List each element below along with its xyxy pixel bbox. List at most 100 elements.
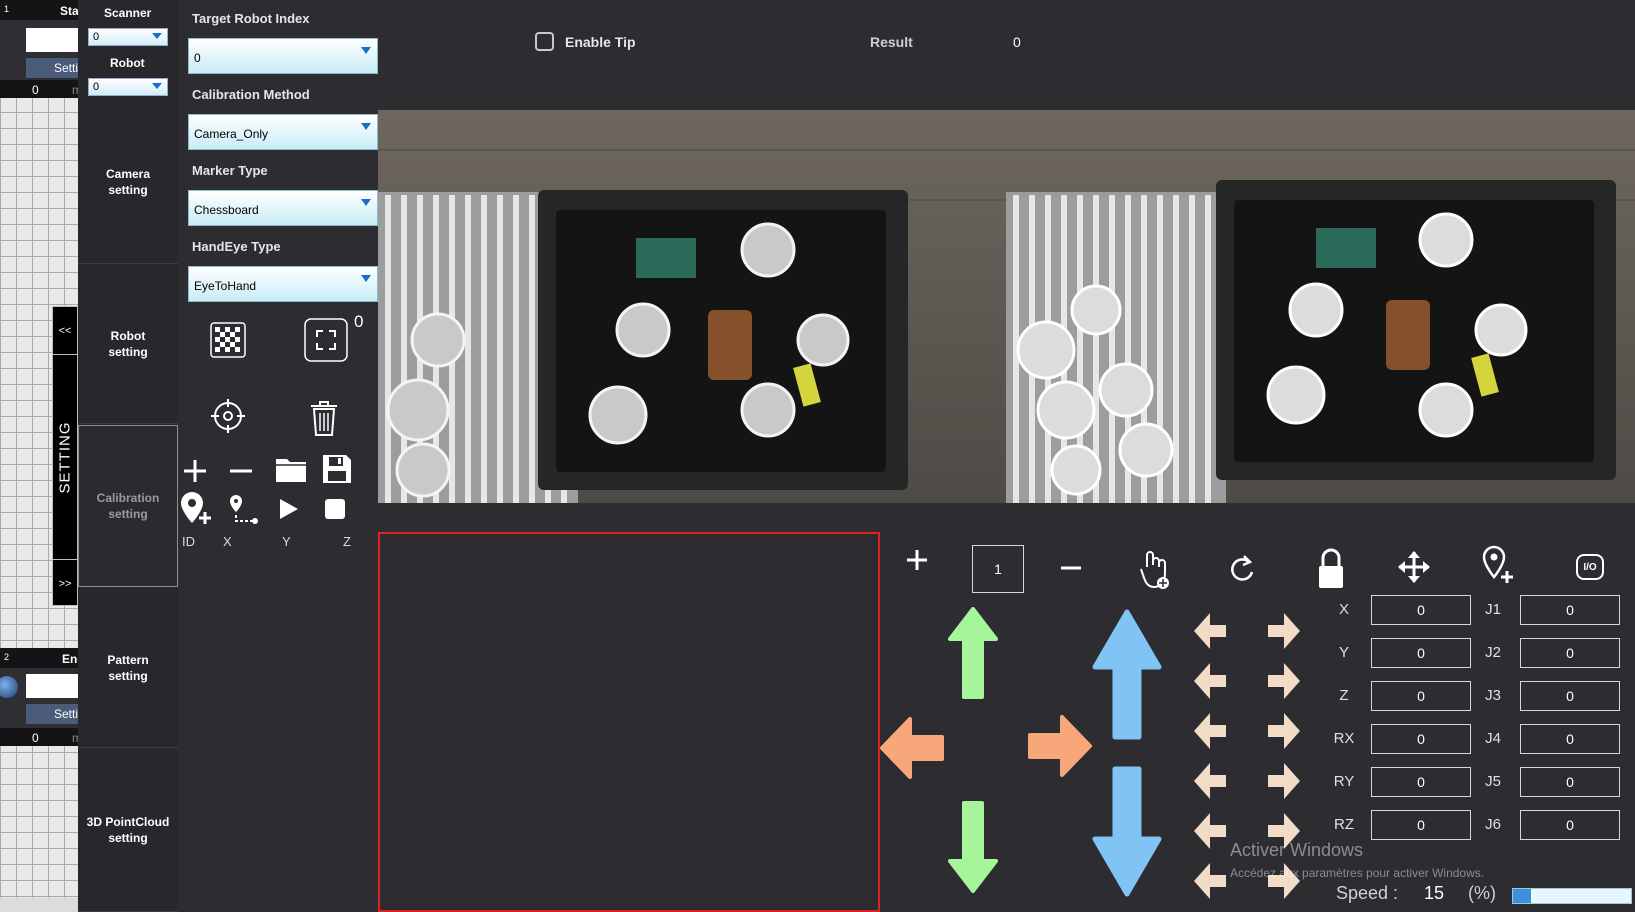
jog-y-minus-arrow-icon[interactable]	[948, 801, 998, 893]
speed-unit: (%)	[1468, 883, 1496, 903]
chevron-down-icon	[152, 33, 162, 39]
windows-activation-subtitle: Accédez aux paramètres pour activer Wind…	[1230, 866, 1485, 880]
camera-image-right[interactable]	[1006, 110, 1635, 503]
cartesian-value-input[interactable]: 0	[1371, 595, 1471, 625]
cartesian-value-input[interactable]: 0	[1371, 810, 1471, 840]
capture-count: 0	[354, 312, 364, 331]
speed-slider-fill	[1513, 889, 1531, 903]
flow-node-end[interactable]: Setting	[0, 668, 78, 728]
expand-button[interactable]: >>	[53, 559, 77, 607]
cartesian-axis-label: RY	[1333, 773, 1355, 790]
fullscreen-icon[interactable]	[304, 318, 348, 362]
chevron-down-icon	[361, 47, 371, 54]
trash-icon[interactable]	[304, 398, 344, 438]
refresh-icon[interactable]	[1226, 551, 1260, 585]
route-icon[interactable]	[228, 492, 260, 526]
nav-item-label-line2: setting	[108, 182, 148, 197]
flow-node-title: Start	[60, 4, 78, 18]
cartesian-axis-label: RZ	[1334, 816, 1354, 833]
chevron-down-icon	[361, 123, 371, 130]
save-icon[interactable]	[320, 452, 354, 486]
flow-node-start[interactable]: Setting	[0, 20, 78, 80]
jog-y-plus-arrow-icon[interactable]	[948, 607, 998, 699]
flow-node-setting-button[interactable]: Setting	[26, 704, 78, 724]
jog-x-minus-arrow-icon[interactable]	[880, 715, 946, 781]
flow-node-start-header[interactable]: 1 Start	[0, 0, 78, 20]
add-waypoint-icon[interactable]	[1478, 543, 1518, 587]
flow-node-index: 2	[4, 652, 10, 662]
joint-value-input[interactable]: 0	[1520, 724, 1620, 754]
chevron-down-icon	[361, 199, 371, 206]
speed-slider[interactable]	[1512, 888, 1632, 904]
joint-axis-label: J1	[1485, 601, 1501, 618]
cartesian-value-input[interactable]: 0	[1371, 724, 1471, 754]
joint-value-input[interactable]: 0	[1520, 767, 1620, 797]
joint-value-input[interactable]: 0	[1520, 810, 1620, 840]
handeye-type-label: HandEye Type	[192, 239, 281, 254]
cartesian-axis-label: X	[1338, 601, 1349, 618]
io-label: I/O	[1576, 554, 1604, 580]
cartesian-value-input[interactable]: 0	[1371, 681, 1471, 711]
robot-select[interactable]: 0	[88, 78, 168, 96]
nav-item-label-line1: Calibration	[96, 491, 160, 505]
scanner-label: Scanner	[104, 6, 152, 20]
flow-node-time: 0	[32, 83, 39, 97]
robot-label: Robot	[110, 56, 145, 70]
jog-z-plus-arrow-icon[interactable]	[1092, 609, 1162, 741]
coord-label-id: ID	[182, 534, 195, 549]
crosshair-icon[interactable]	[208, 396, 248, 436]
enable-tip-checkbox[interactable]	[535, 32, 554, 51]
io-icon[interactable]: I/O	[1570, 549, 1610, 585]
nav-calibration-setting[interactable]: Calibration setting	[78, 425, 178, 587]
flow-node-setting-button[interactable]: Setting	[26, 58, 78, 78]
nav-pattern-setting[interactable]: Pattern setting	[78, 588, 178, 748]
flow-node-end-header[interactable]: 2 End	[0, 648, 78, 668]
scanner-select[interactable]: 0	[88, 28, 168, 46]
joint-value-input[interactable]: 0	[1520, 681, 1620, 711]
speed-label: Speed :	[1336, 883, 1399, 903]
joint-value-input[interactable]: 0	[1520, 595, 1620, 625]
cartesian-value-input[interactable]: 0	[1371, 638, 1471, 668]
nav-item-label-line1: Camera	[105, 166, 151, 181]
flow-node-footer: 0 ms	[0, 80, 78, 98]
nav-3d-pointcloud-setting[interactable]: 3D PointCloud setting	[78, 748, 178, 912]
marker-type-select[interactable]: Chessboard	[188, 190, 378, 226]
horizontal-scrollbar[interactable]	[0, 898, 78, 912]
play-icon[interactable]	[274, 494, 304, 524]
jog-x-plus-arrow-icon[interactable]	[1026, 713, 1092, 779]
chevron-down-icon	[152, 83, 162, 89]
step-decrease-icon[interactable]	[1056, 553, 1086, 583]
setting-title: SETTING	[53, 355, 77, 559]
step-increase-icon[interactable]	[902, 545, 932, 575]
cartesian-axis-label: Z	[1339, 687, 1349, 704]
handeye-type-select[interactable]: EyeToHand	[188, 266, 378, 302]
hand-guide-icon[interactable]	[1136, 545, 1176, 593]
add-icon[interactable]	[180, 456, 210, 486]
camera-image-left[interactable]	[378, 110, 1006, 503]
stop-icon[interactable]	[320, 494, 350, 524]
calibration-method-value: Camera_Only	[194, 127, 269, 141]
nav-robot-setting[interactable]: Robot setting	[78, 264, 178, 424]
result-label: Result	[870, 34, 913, 50]
cartesian-value-input[interactable]: 0	[1371, 767, 1471, 797]
step-input[interactable]: 1	[972, 545, 1024, 593]
calibration-method-select[interactable]: Camera_Only	[188, 114, 378, 150]
flow-node-title: End	[62, 652, 78, 666]
flow-node-preview	[26, 674, 78, 698]
jog-z-minus-arrow-icon[interactable]	[1092, 765, 1162, 897]
folder-icon[interactable]	[274, 452, 308, 486]
move-icon[interactable]	[1394, 547, 1434, 587]
result-display-panel[interactable]	[378, 532, 880, 912]
add-location-icon[interactable]	[178, 490, 214, 526]
chessboard-icon[interactable]	[208, 320, 248, 360]
joint-value-input[interactable]: 0	[1520, 638, 1620, 668]
nav-camera-setting[interactable]: Camera setting	[78, 100, 178, 264]
lock-icon[interactable]	[1312, 543, 1350, 593]
nav-item-label-line1: Robot	[110, 328, 146, 343]
speed-value: 15	[1424, 883, 1445, 903]
collapse-button[interactable]: <<	[53, 307, 77, 355]
minus-icon[interactable]	[226, 456, 256, 486]
settings-nav: Scanner 0 Robot 0 Camera setting Robot set…	[78, 0, 178, 912]
step-value: 1	[994, 561, 1002, 577]
target-robot-index-select[interactable]: 0	[188, 38, 378, 74]
